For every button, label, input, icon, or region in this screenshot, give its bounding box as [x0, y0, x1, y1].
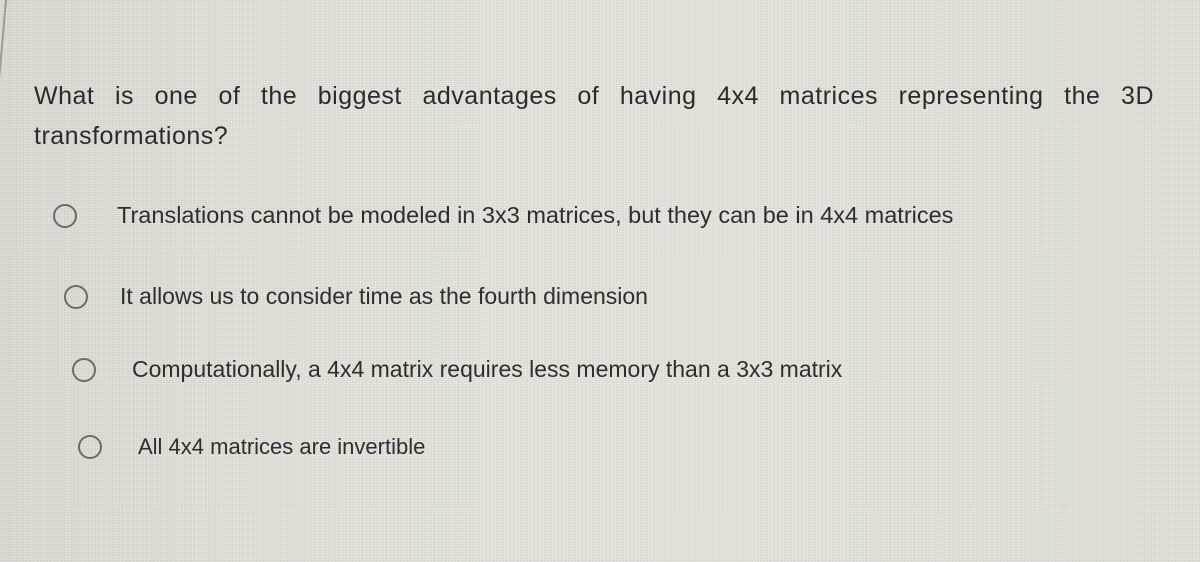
option-label: Translations cannot be modeled in 3x3 ma…	[117, 202, 954, 228]
radio-button[interactable]	[64, 284, 88, 309]
option-label: All 4x4 matrices are invertible	[138, 434, 426, 459]
answer-option-translations[interactable]: Translations cannot be modeled in 3x3 ma…	[53, 202, 953, 229]
option-label: Computationally, a 4x4 matrix requires l…	[132, 356, 843, 382]
answer-option-invertible[interactable]: All 4x4 matrices are invertible	[78, 434, 425, 460]
radio-button[interactable]	[53, 203, 77, 228]
radio-button[interactable]	[72, 357, 96, 382]
answer-option-less-memory[interactable]: Computationally, a 4x4 matrix requires l…	[72, 356, 842, 383]
answer-option-time-dimension[interactable]: It allows us to consider time as the fou…	[64, 283, 648, 310]
option-label: It allows us to consider time as the fou…	[120, 283, 648, 309]
question-line-1: What is one of the biggest advantages of…	[34, 82, 1154, 110]
question-text: What is one of the biggest advantages of…	[34, 76, 1164, 156]
question-line-2: transformations?	[34, 122, 229, 150]
radio-button[interactable]	[78, 435, 102, 459]
panel-left-border	[0, 0, 7, 562]
quiz-screen: What is one of the biggest advantages of…	[0, 0, 1200, 562]
